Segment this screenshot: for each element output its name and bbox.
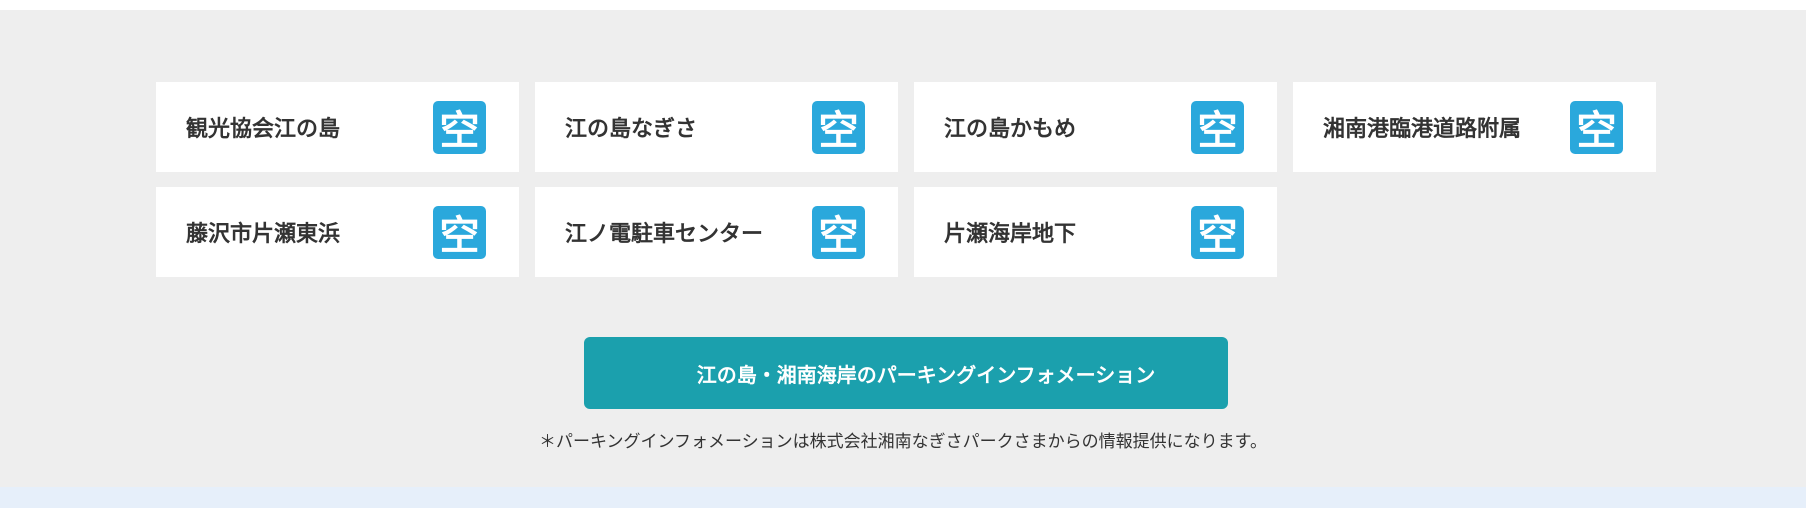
footer-band [0,487,1806,508]
parking-lot-card[interactable]: 藤沢市片瀬東浜 空 [156,187,519,277]
parking-lot-name: 江の島かもめ [944,117,1077,142]
parking-lot-card[interactable]: 江の島かもめ 空 [914,82,1277,172]
parking-lot-card[interactable]: 江ノ電駐車センター 空 [535,187,898,277]
information-note: ＊パーキングインフォメーションは株式会社湘南なぎさパークさまからの情報提供になり… [539,432,1267,452]
vacant-icon: 空 [1191,100,1244,154]
parking-lot-name: 江ノ電駐車センター [565,222,764,247]
parking-lot-name: 湘南港臨港道路附属 [1323,117,1522,142]
parking-lot-card[interactable]: 片瀬海岸地下 空 [914,187,1277,277]
vacant-icon: 空 [433,100,486,154]
vacant-icon: 空 [812,205,865,259]
vacant-icon: 空 [812,100,865,154]
parking-lot-name: 観光協会江の島 [186,117,341,142]
parking-information-button[interactable]: 江の島・湘南海岸のパーキングインフォメーション [584,337,1228,409]
parking-lot-name: 江の島なぎさ [565,117,698,142]
parking-lot-grid: 観光協会江の島 空 江の島なぎさ 空 江の島かもめ 空 湘南港臨港道路附属 空 … [156,82,1656,277]
vacant-icon: 空 [1570,100,1623,154]
vacant-icon: 空 [1191,205,1244,259]
parking-lot-card[interactable]: 湘南港臨港道路附属 空 [1293,82,1656,172]
parking-lot-card[interactable]: 江の島なぎさ 空 [535,82,898,172]
vacant-icon: 空 [433,205,486,259]
parking-lot-name: 藤沢市片瀬東浜 [186,222,341,247]
parking-lot-card[interactable]: 観光協会江の島 空 [156,82,519,172]
parking-lot-name: 片瀬海岸地下 [944,222,1077,247]
